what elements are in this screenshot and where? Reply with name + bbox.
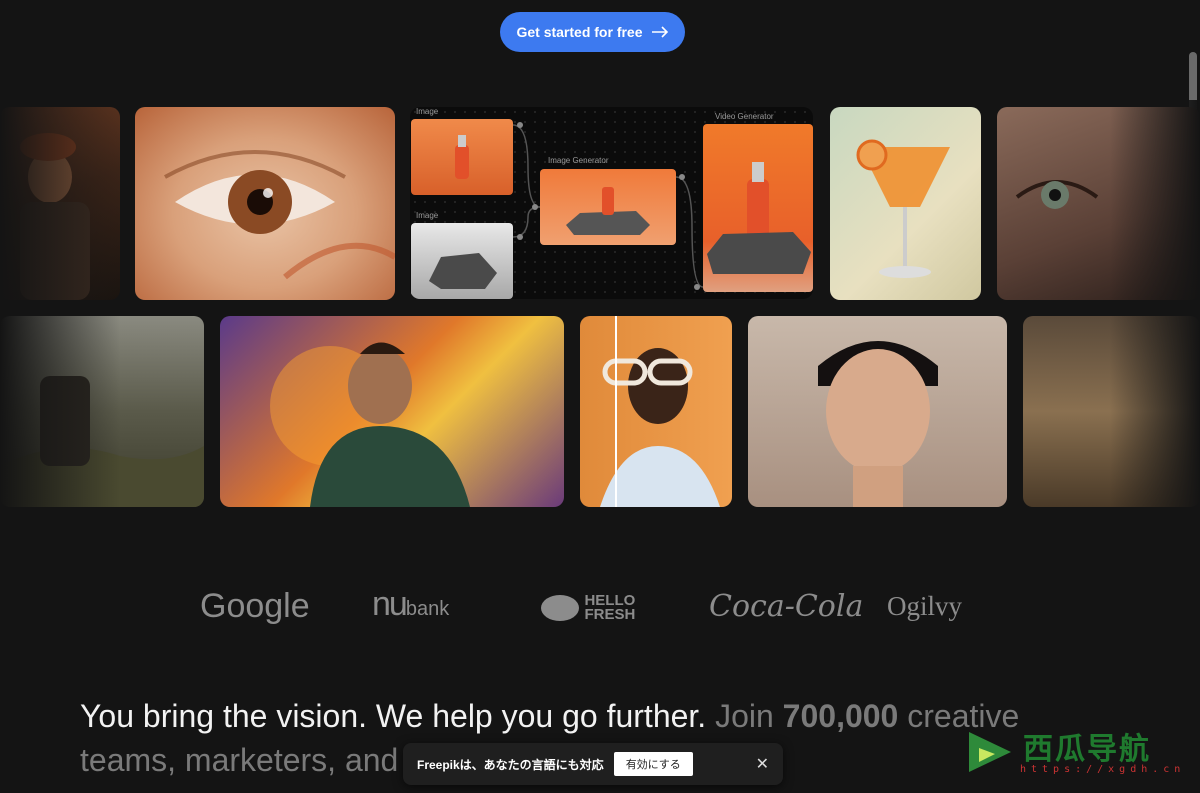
headline-lead: You bring the vision. We help you go fur… xyxy=(80,698,707,734)
client-logos: Google nubank HELLO FRESH Coca-Cola Ogil… xyxy=(0,585,1200,630)
toast-message: Freepikは、あなたの言語にも対応 xyxy=(417,757,604,772)
gallery-image-warrior-explosion[interactable] xyxy=(220,316,564,507)
logo-hellofresh: HELLO FRESH xyxy=(540,593,635,623)
close-icon[interactable]: ✕ xyxy=(756,754,769,774)
gallery-image-eye-closeup[interactable] xyxy=(135,107,395,300)
gallery-fade-right xyxy=(1110,100,1200,520)
watermark: 西瓜导航 https://xgdh.cn xyxy=(965,728,1180,779)
logo-nubank-nu: nu xyxy=(372,585,408,623)
watermark-url: https://xgdh.cn xyxy=(1020,764,1186,775)
logo-hellofresh-line2: FRESH xyxy=(584,606,636,623)
get-started-button[interactable]: Get started for free xyxy=(500,12,685,52)
gallery-image-cocktail[interactable] xyxy=(830,107,981,300)
headline-join: Join xyxy=(715,698,774,734)
logo-coca-cola: Coca-Cola xyxy=(709,589,864,624)
workflow-canvas: Image Image Image Generator Video Genera… xyxy=(410,107,813,299)
watermark-title: 西瓜导航 xyxy=(1023,733,1151,766)
logo-ogilvy: Ogilvy xyxy=(887,591,963,621)
gallery-image-portrait-sunglasses[interactable] xyxy=(580,316,732,507)
workflow-connectors xyxy=(512,122,704,290)
headline-count: 700,000 xyxy=(782,698,899,734)
gallery-fade-left xyxy=(0,100,120,520)
enable-language-button[interactable]: 有効にする xyxy=(613,752,693,776)
get-started-label: Get started for free xyxy=(516,24,643,40)
hellofresh-lime-icon xyxy=(541,595,579,621)
arrow-right-icon xyxy=(651,26,668,38)
logo-nubank: nubank xyxy=(372,585,449,624)
watermark-logo-icon xyxy=(969,732,1011,772)
gallery-image-portrait-man[interactable] xyxy=(748,316,1007,507)
logo-google: Google xyxy=(200,587,310,625)
language-toast: Freepikは、あなたの言語にも対応 有効にする ✕ xyxy=(403,743,783,785)
logo-nubank-bank: bank xyxy=(405,598,450,620)
